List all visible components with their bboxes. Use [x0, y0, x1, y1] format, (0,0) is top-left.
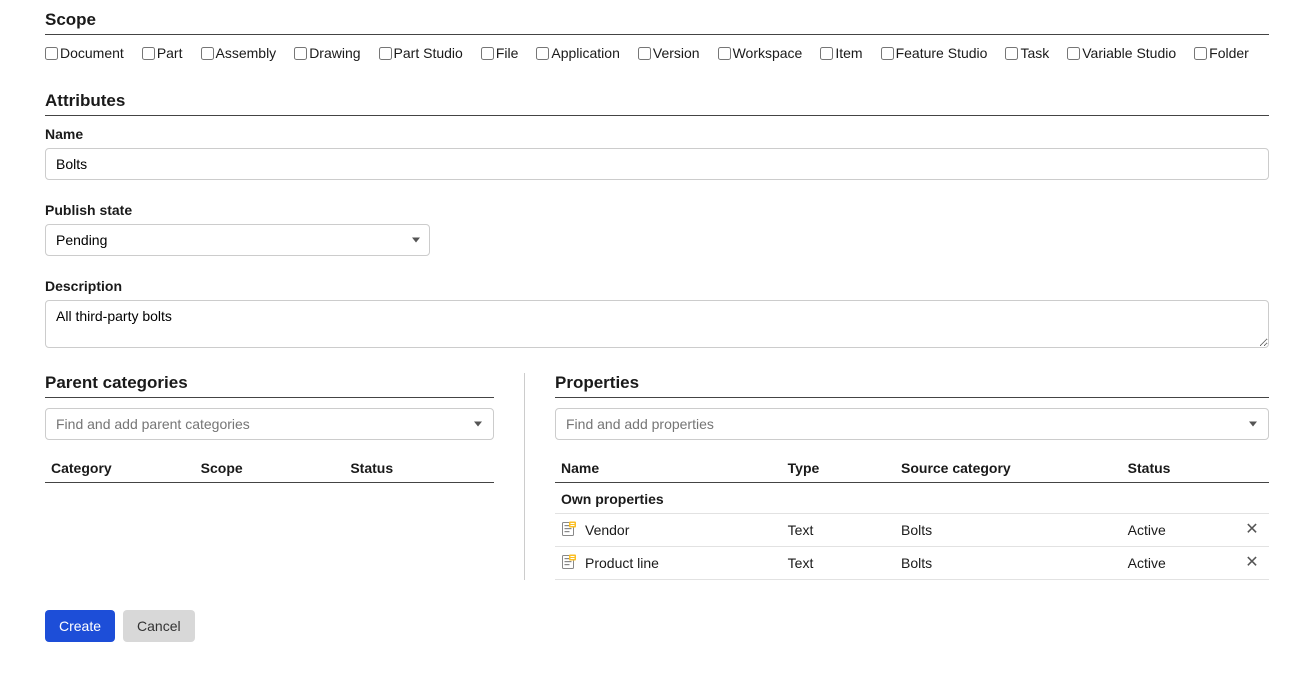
property-status: Active — [1122, 522, 1235, 538]
scope-checkbox[interactable] — [379, 47, 392, 60]
scope-item-item[interactable]: Item — [820, 45, 862, 61]
properties-search[interactable] — [555, 408, 1269, 440]
property-type: Text — [782, 522, 895, 538]
scope-label: Version — [653, 45, 700, 61]
scope-checkbox[interactable] — [638, 47, 651, 60]
scope-item-application[interactable]: Application — [536, 45, 620, 61]
scope-label: Part — [157, 45, 183, 61]
publish-state-select[interactable]: Pending — [45, 224, 430, 256]
parent-categories-title: Parent categories — [45, 373, 494, 393]
scope-label: Drawing — [309, 45, 360, 61]
scope-item-document[interactable]: Document — [45, 45, 124, 61]
property-name-cell: Product line — [555, 554, 782, 573]
scope-label: Task — [1020, 45, 1049, 61]
parent-table-header: Category Scope Status — [45, 454, 494, 483]
col-status: Status — [344, 460, 494, 476]
name-input[interactable] — [45, 148, 1269, 180]
scope-checkbox[interactable] — [536, 47, 549, 60]
attributes-section: Attributes Name Publish state Pending De… — [45, 91, 1269, 351]
col-category: Category — [45, 460, 195, 476]
property-name: Vendor — [585, 522, 629, 538]
scope-checkbox[interactable] — [201, 47, 214, 60]
scope-checkbox[interactable] — [1194, 47, 1207, 60]
divider — [45, 115, 1269, 116]
col-scope: Scope — [195, 460, 345, 476]
scope-item-task[interactable]: Task — [1005, 45, 1049, 61]
divider — [45, 34, 1269, 35]
scope-label: Application — [551, 45, 620, 61]
description-input[interactable]: All third-party bolts — [45, 300, 1269, 348]
properties-title: Properties — [555, 373, 1269, 393]
scope-label: Assembly — [216, 45, 277, 61]
scope-item-file[interactable]: File — [481, 45, 519, 61]
col-type: Type — [782, 460, 895, 476]
parent-categories-search[interactable] — [45, 408, 494, 440]
col-name: Name — [555, 460, 782, 476]
divider — [45, 397, 494, 398]
scope-section: Scope Document Part Assembly Drawing Part St… — [45, 10, 1269, 61]
property-type: Text — [782, 555, 895, 571]
scope-item-part-studio[interactable]: Part Studio — [379, 45, 463, 61]
scope-checkbox[interactable] — [294, 47, 307, 60]
scope-item-feature-studio[interactable]: Feature Studio — [881, 45, 988, 61]
property-source: Bolts — [895, 555, 1122, 571]
scope-label: Variable Studio — [1082, 45, 1176, 61]
scope-checkbox[interactable] — [142, 47, 155, 60]
scope-checkbox[interactable] — [820, 47, 833, 60]
scope-label: Folder — [1209, 45, 1249, 61]
property-row[interactable]: Product line TextBoltsActive ✕ — [555, 547, 1269, 580]
scope-checkbox[interactable] — [1005, 47, 1018, 60]
scope-label: Document — [60, 45, 124, 61]
scope-title: Scope — [45, 10, 1269, 30]
scope-checkbox[interactable] — [481, 47, 494, 60]
property-name-cell: Vendor — [555, 521, 782, 540]
scope-label: File — [496, 45, 519, 61]
scope-item-assembly[interactable]: Assembly — [201, 45, 277, 61]
scope-label: Feature Studio — [896, 45, 988, 61]
remove-property-button[interactable]: ✕ — [1243, 520, 1260, 540]
close-icon: ✕ — [1245, 521, 1258, 538]
scope-item-part[interactable]: Part — [142, 45, 183, 61]
publish-state-label: Publish state — [45, 202, 1269, 218]
property-name: Product line — [585, 555, 659, 571]
scope-item-workspace[interactable]: Workspace — [718, 45, 803, 61]
create-button[interactable]: Create — [45, 610, 115, 642]
property-icon — [561, 521, 577, 540]
scope-label: Item — [835, 45, 862, 61]
col-status: Status — [1122, 460, 1235, 476]
remove-property-button[interactable]: ✕ — [1243, 553, 1260, 573]
properties-section: Properties Name Type Source category Sta… — [525, 373, 1269, 580]
col-source: Source category — [895, 460, 1122, 476]
property-row[interactable]: Vendor TextBoltsActive ✕ — [555, 514, 1269, 547]
scope-item-variable-studio[interactable]: Variable Studio — [1067, 45, 1176, 61]
scope-checkbox[interactable] — [881, 47, 894, 60]
name-label: Name — [45, 126, 1269, 142]
property-source: Bolts — [895, 522, 1122, 538]
scope-checkbox[interactable] — [45, 47, 58, 60]
properties-table-header: Name Type Source category Status — [555, 454, 1269, 483]
property-status: Active — [1122, 555, 1235, 571]
scope-item-drawing[interactable]: Drawing — [294, 45, 360, 61]
property-icon — [561, 554, 577, 573]
scope-label: Part Studio — [394, 45, 463, 61]
scope-checkbox[interactable] — [718, 47, 731, 60]
action-buttons: Create Cancel — [45, 610, 1269, 642]
attributes-title: Attributes — [45, 91, 1269, 111]
scope-checkbox[interactable] — [1067, 47, 1080, 60]
own-properties-group: Own properties — [555, 483, 1269, 514]
scope-label: Workspace — [733, 45, 803, 61]
description-label: Description — [45, 278, 1269, 294]
scope-item-folder[interactable]: Folder — [1194, 45, 1249, 61]
cancel-button[interactable]: Cancel — [123, 610, 195, 642]
close-icon: ✕ — [1245, 554, 1258, 571]
parent-categories-section: Parent categories Category Scope Status — [45, 373, 525, 580]
scope-item-version[interactable]: Version — [638, 45, 700, 61]
divider — [555, 397, 1269, 398]
